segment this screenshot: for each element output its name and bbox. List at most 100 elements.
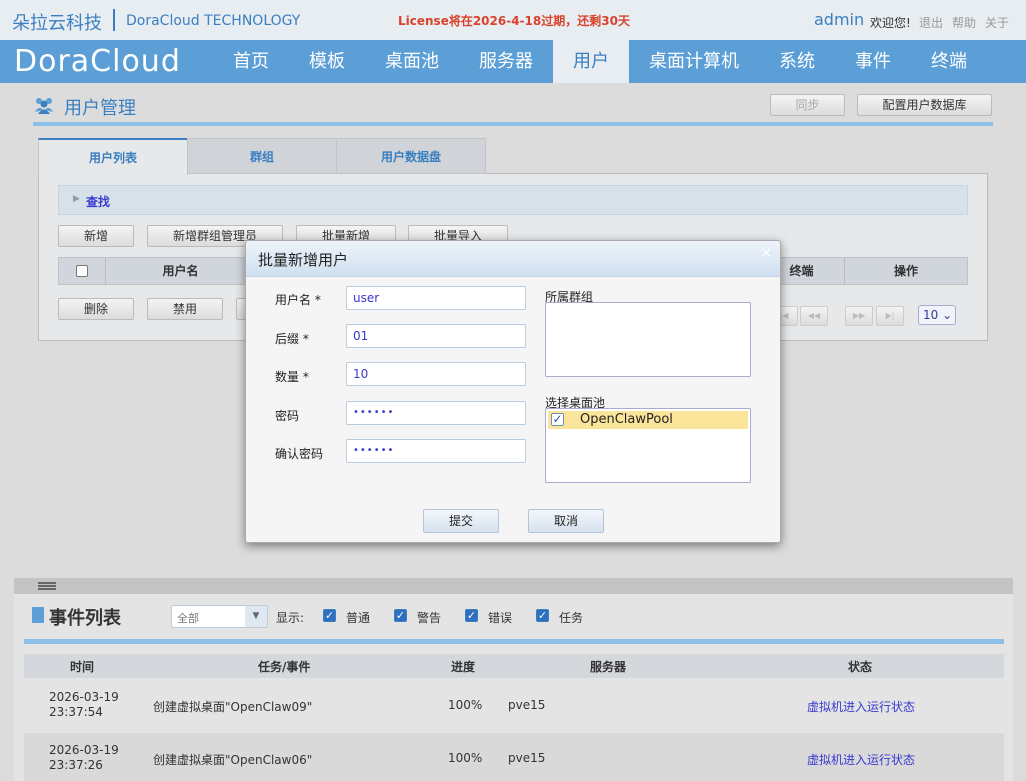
cancel-button[interactable]: 取消 (528, 509, 604, 533)
checkbox-checked-icon[interactable]: ✓ (551, 413, 564, 426)
brand-name-cn: 朵拉云科技 (12, 13, 102, 34)
nav-servers[interactable]: 服务器 (468, 40, 544, 83)
event-filter-value: 全部 (177, 612, 199, 625)
col-time: 时间 (70, 660, 95, 674)
config-user-db-button[interactable]: 配置用户数据库 (857, 94, 992, 116)
pool-item[interactable]: ✓ OpenClawPool (548, 411, 748, 429)
event-date-text: 2026-03-19 (49, 743, 119, 757)
nav-events[interactable]: 事件 (842, 40, 904, 83)
current-user: admin (814, 10, 865, 29)
pool-name: OpenClawPool (580, 412, 673, 427)
submit-button[interactable]: 提交 (423, 509, 499, 533)
event-server: pve15 (508, 698, 546, 712)
chevron-down-icon: ⌄ (942, 308, 953, 322)
nav-home[interactable]: 首页 (220, 40, 282, 83)
license-notice: License将在2026-4-18过期，还剩30天 (398, 14, 630, 28)
username-input[interactable]: user (346, 286, 526, 310)
dialog-header: 批量新增用户 × (246, 241, 780, 277)
filter-warning-checkbox[interactable]: ✓ (394, 609, 407, 622)
tab-groups[interactable]: 群组 (187, 138, 337, 174)
filter-error-checkbox[interactable]: ✓ (465, 609, 478, 622)
next-page-icon[interactable]: ▶▶ (845, 306, 873, 326)
last-page-icon[interactable]: ▶| (876, 306, 904, 326)
dropdown-arrow-icon[interactable]: ▼ (245, 606, 267, 627)
table-row[interactable]: 2026-03-19 23:37:54 创建虚拟桌面"OpenClaw09" 1… (24, 680, 1004, 732)
nav-terminals[interactable]: 终端 (918, 40, 980, 83)
prev-page-icon[interactable]: ◀◀ (800, 306, 828, 326)
event-task: 创建虚拟桌面"OpenClaw06" (153, 753, 313, 767)
disable-button[interactable]: 禁用 (147, 298, 223, 320)
pool-listbox[interactable]: ✓ OpenClawPool (545, 408, 751, 483)
suffix-label: 后缀 * (275, 332, 309, 346)
tab-user-list[interactable]: 用户列表 (38, 138, 188, 175)
filter-normal-checkbox[interactable]: ✓ (323, 609, 336, 622)
event-status[interactable]: 虚拟机进入运行状态 (807, 698, 915, 715)
filter-normal-label: 普通 (346, 611, 371, 625)
nav-desktop-pools[interactable]: 桌面池 (374, 40, 450, 83)
event-filter-select[interactable]: 全部 ▼ (171, 605, 268, 628)
password-input[interactable]: •••••• (346, 401, 526, 425)
nav-templates[interactable]: 模板 (296, 40, 358, 83)
col-username[interactable]: 用户名 (106, 258, 256, 284)
tab-user-data-disk[interactable]: 用户数据盘 (336, 138, 486, 174)
event-task: 创建虚拟桌面"OpenClaw09" (153, 700, 313, 714)
delete-button[interactable]: 删除 (58, 298, 134, 320)
search-label: 查找 (86, 195, 111, 209)
event-time-text: 23:37:26 (49, 758, 103, 772)
help-link[interactable]: 帮助 (952, 14, 976, 31)
nav-desktop-computers[interactable]: 桌面计算机 (640, 40, 748, 83)
page-title: 用户管理 (64, 98, 136, 119)
filter-task-label: 任务 (559, 611, 584, 625)
group-listbox[interactable] (545, 302, 751, 377)
show-label: 显示: (276, 611, 305, 625)
about-link[interactable]: 关于 (985, 14, 1009, 31)
event-time-text: 23:37:54 (49, 705, 103, 719)
count-input[interactable]: 10 (346, 362, 526, 386)
top-header: 朵拉云科技 DoraCloud TECHNOLOGY License将在2026… (0, 0, 1026, 40)
events-table-header: 时间 任务/事件 进度 服务器 状态 (24, 654, 1004, 678)
document-icon (32, 607, 44, 623)
col-server: 服务器 (590, 660, 627, 674)
close-icon[interactable]: × (760, 245, 772, 261)
logout-link[interactable]: 退出 (919, 14, 943, 31)
search-toggle[interactable]: ▶ 查找 (58, 185, 968, 215)
event-time: 2026-03-19 23:37:26 (49, 743, 119, 773)
password-label: 密码 (275, 409, 300, 423)
select-all-checkbox[interactable] (76, 265, 88, 277)
nav-system[interactable]: 系统 (766, 40, 828, 83)
brand-name-en: DoraCloud TECHNOLOGY (126, 13, 301, 29)
username-label: 用户名 * (275, 293, 321, 307)
drag-handle-icon[interactable] (38, 582, 56, 590)
sync-button[interactable]: 同步 (770, 94, 845, 116)
event-progress: 100% (448, 698, 483, 712)
main-nav: DoraCloud 首页 模板 桌面池 服务器 用户 桌面计算机 系统 事件 终… (0, 40, 1026, 83)
filter-error-label: 错误 (488, 611, 513, 625)
panel-splitter[interactable] (14, 578, 1013, 594)
page-size-value: 10 (923, 308, 939, 322)
nav-users[interactable]: 用户 (553, 40, 629, 83)
filter-task-checkbox[interactable]: ✓ (536, 609, 549, 622)
filter-warning-label: 警告 (417, 611, 442, 625)
confirm-password-label: 确认密码 (275, 447, 324, 461)
col-actions: 操作 (893, 264, 918, 278)
page-size-select[interactable]: 10 ⌄ (918, 305, 956, 325)
welcome-text: 欢迎您! (870, 16, 911, 30)
col-progress: 进度 (451, 660, 476, 674)
event-time: 2026-03-19 23:37:54 (49, 690, 119, 720)
confirm-password-input[interactable]: •••••• (346, 439, 526, 463)
doracloud-logo: DoraCloud (14, 44, 181, 79)
col-task: 任务/事件 (258, 660, 311, 674)
batch-add-users-dialog: 批量新增用户 × 用户名 * user 后缀 * 01 数量 * 10 密码 •… (245, 240, 781, 543)
events-divider (24, 639, 1004, 644)
event-server: pve15 (508, 751, 546, 765)
select-all-cell (59, 258, 106, 284)
expand-caret-icon: ▶ (73, 194, 80, 204)
table-row[interactable]: 2026-03-19 23:37:26 创建虚拟桌面"OpenClaw06" 1… (24, 733, 1004, 781)
suffix-input[interactable]: 01 (346, 324, 526, 348)
count-label: 数量 * (275, 370, 309, 384)
dialog-title: 批量新增用户 (258, 251, 349, 269)
events-title: 事件列表 (49, 608, 121, 629)
add-user-button[interactable]: 新增 (58, 225, 134, 247)
event-status[interactable]: 虚拟机进入运行状态 (807, 751, 915, 768)
col-status: 状态 (848, 660, 873, 674)
